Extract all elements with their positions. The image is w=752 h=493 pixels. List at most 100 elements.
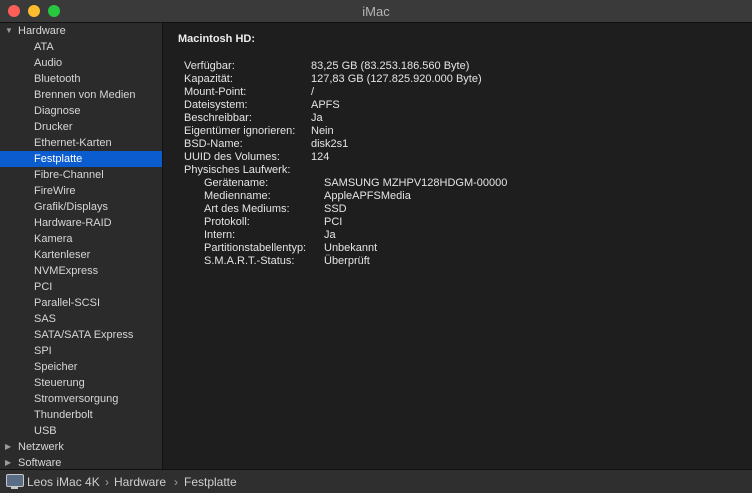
field-value[interactable]: Ja	[311, 112, 323, 125]
sidebar-group-label: Netzwerk	[18, 441, 64, 453]
sidebar-item[interactable]: Thunderbolt	[0, 407, 162, 423]
field-label: Mount-Point:	[184, 86, 247, 98]
sidebar-item-label: NVMExpress	[34, 265, 99, 277]
sidebar-group-hardware[interactable]: ▼ Hardware	[0, 23, 162, 39]
sidebar-item-label: USB	[34, 425, 57, 437]
sidebar-item-label: SATA/SATA Express	[34, 329, 134, 341]
field-label: Protokoll:	[204, 216, 250, 228]
field-value[interactable]: disk2s1	[311, 138, 348, 151]
sidebar-item[interactable]: Audio	[0, 55, 162, 71]
sidebar-item-label: Hardware-RAID	[34, 217, 112, 229]
sidebar-item[interactable]: SATA/SATA Express	[0, 327, 162, 343]
field-value[interactable]: Unbekannt	[324, 242, 377, 255]
field-label: Verfügbar:	[184, 60, 235, 72]
window-title: iMac	[362, 4, 390, 19]
sidebar-item[interactable]: SAS	[0, 311, 162, 327]
field-label: Medienname:	[204, 190, 271, 202]
imac-stand-icon	[11, 487, 18, 489]
sidebar-item[interactable]: Kamera	[0, 231, 162, 247]
field-label: Kapazität:	[184, 73, 233, 85]
sidebar-item-label: Drucker	[34, 121, 73, 133]
field-label: Partitionstabellentyp:	[204, 242, 307, 254]
sidebar-group-label: Hardware	[18, 25, 66, 37]
breadcrumb-hardware[interactable]: Hardware	[114, 475, 166, 489]
sidebar-item[interactable]: Diagnose	[0, 103, 162, 119]
sidebar-item-label: Parallel-SCSI	[34, 297, 101, 309]
field-value[interactable]: AppleAPFSMedia	[324, 190, 411, 203]
sidebar-item-label: SAS	[34, 313, 57, 325]
sidebar-item-label: Thunderbolt	[34, 409, 93, 421]
sidebar-item[interactable]: FireWire	[0, 183, 162, 199]
sidebar-item-label: ATA	[34, 41, 54, 53]
field-value[interactable]: PCI	[324, 216, 342, 229]
field-value[interactable]: APFS	[311, 99, 340, 112]
field-value[interactable]: 127,83 GB (127.825.920.000 Byte)	[311, 73, 482, 86]
sidebar-item[interactable]: Parallel-SCSI	[0, 295, 162, 311]
sidebar-item-label: PCI	[34, 281, 53, 293]
field-label: Beschreibbar:	[184, 112, 252, 124]
field-value[interactable]: SAMSUNG MZHPV128HDGM-00000	[324, 177, 507, 190]
breadcrumb-festplatte[interactable]: Festplatte	[184, 475, 237, 489]
field-label: UUID des Volumes:	[184, 151, 280, 163]
sidebar-item[interactable]: Drucker	[0, 119, 162, 135]
sidebar-item-label: Steuerung	[34, 377, 85, 389]
sidebar-item[interactable]: Hardware-RAID	[0, 215, 162, 231]
sidebar-item[interactable]: Festplatte	[0, 151, 162, 167]
sidebar-item[interactable]: Speicher	[0, 359, 162, 375]
disclosure-triangle-closed-icon[interactable]: ▶	[5, 455, 11, 469]
field-value[interactable]: /	[311, 86, 314, 99]
field-value[interactable]: Überprüft	[324, 255, 370, 268]
sidebar-item-label: FireWire	[34, 185, 76, 197]
sidebar-item[interactable]: Grafik/Displays	[0, 199, 162, 215]
imac-icon	[6, 474, 24, 487]
field-value[interactable]: Ja	[324, 229, 336, 242]
sidebar-item[interactable]: Fibre-Channel	[0, 167, 162, 183]
sidebar-item-label: Ethernet-Karten	[34, 137, 112, 149]
status-bar: Leos iMac 4K › Hardware › Festplatte	[0, 469, 752, 493]
sidebar-item[interactable]: USB	[0, 423, 162, 439]
sidebar-item-label: Kartenleser	[34, 249, 91, 261]
breadcrumb-separator: ›	[174, 475, 178, 489]
field-value[interactable]: 83,25 GB (83.253.186.560 Byte)	[311, 60, 469, 73]
sidebar-item[interactable]: Steuerung	[0, 375, 162, 391]
sidebar-item[interactable]: NVMExpress	[0, 263, 162, 279]
sidebar-item[interactable]: Brennen von Medien	[0, 87, 162, 103]
sidebar-item-label: Bluetooth	[34, 73, 81, 85]
sidebar-item[interactable]: PCI	[0, 279, 162, 295]
sidebar-item-label: Grafik/Displays	[34, 201, 108, 213]
field-label: Physisches Laufwerk:	[184, 164, 291, 176]
field-value[interactable]: SSD	[324, 203, 347, 216]
sidebar-item-label: Kamera	[34, 233, 73, 245]
field-label: Eigentümer ignorieren:	[184, 125, 296, 137]
sidebar-item[interactable]: Ethernet-Karten	[0, 135, 162, 151]
volume-title: Macintosh HD:	[178, 33, 255, 45]
sidebar-group-netzwerk[interactable]: ▶ Netzwerk	[0, 439, 162, 455]
sidebar-item-label: Diagnose	[34, 105, 81, 117]
sidebar-item-label: Brennen von Medien	[34, 89, 136, 101]
sidebar-item-label: Festplatte	[34, 153, 83, 165]
field-label: Gerätename:	[204, 177, 269, 189]
field-label: Dateisystem:	[184, 99, 248, 111]
field-label: BSD-Name:	[184, 138, 243, 150]
sidebar[interactable]: ▼ Hardware ATA Audio Bluetooth Brennen von …	[0, 23, 163, 469]
field-label: S.M.A.R.T.-Status:	[204, 255, 295, 267]
breadcrumb-computer[interactable]: Leos iMac 4K	[27, 475, 100, 489]
sidebar-item-label: Audio	[34, 57, 63, 69]
sidebar-group-software[interactable]: ▶ Software	[0, 455, 162, 469]
detail-pane[interactable]: Macintosh HD: Verfügbar: 83,25 GB (83.253…	[163, 23, 752, 469]
sidebar-item[interactable]: ATA	[0, 39, 162, 55]
sidebar-item[interactable]: SPI	[0, 343, 162, 359]
field-label: Art des Mediums:	[204, 203, 290, 215]
system-information-window: iMac ▼ Hardware ATA Audio Bluetooth Brennen…	[0, 0, 752, 493]
field-value[interactable]: 124	[311, 151, 329, 164]
field-value[interactable]: Nein	[311, 125, 334, 138]
disclosure-triangle-closed-icon[interactable]: ▶	[5, 439, 11, 455]
sidebar-item[interactable]: Stromversorgung	[0, 391, 162, 407]
sidebar-item[interactable]: Kartenleser	[0, 247, 162, 263]
sidebar-group-label: Software	[18, 457, 62, 469]
sidebar-item[interactable]: Bluetooth	[0, 71, 162, 87]
sidebar-item-label: Stromversorgung	[34, 393, 119, 405]
sidebar-item-label: SPI	[34, 345, 52, 357]
title-bar[interactable]: iMac	[0, 0, 752, 23]
disclosure-triangle-open-icon[interactable]: ▼	[5, 23, 13, 39]
